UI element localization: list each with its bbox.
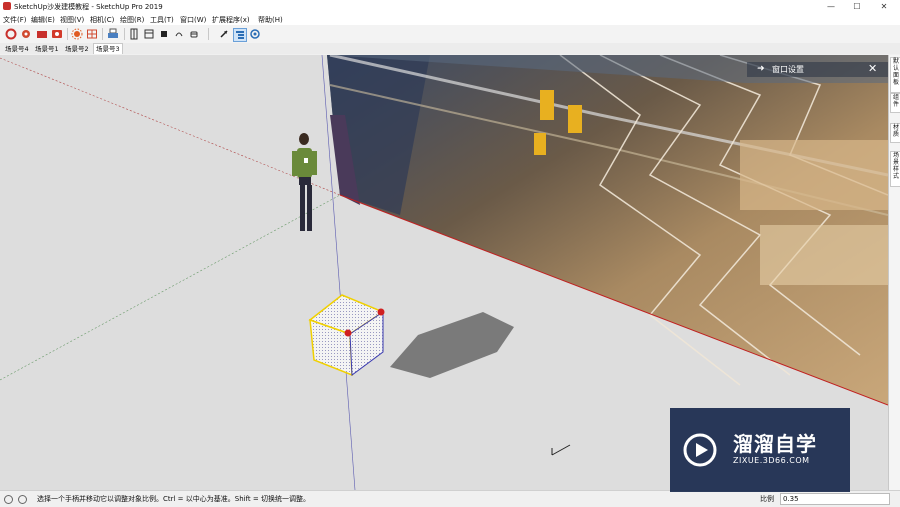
status-bar: 选择一个手柄并移动它以调整对象比例。Ctrl = 以中心为基准。Shift = … (0, 490, 900, 507)
measurements-label: 比例 (760, 495, 774, 503)
rect-icon[interactable] (158, 28, 170, 40)
roll-icon[interactable] (188, 28, 200, 40)
tab-scene-1[interactable]: 场景号1 (33, 44, 61, 54)
green-axis-dotted (0, 194, 341, 381)
measurements-input[interactable]: 0.35 (780, 493, 890, 505)
scale-handle[interactable] (344, 329, 352, 337)
menu-file[interactable]: 文件(F) (3, 15, 27, 25)
watermark-url: ZIXUE.3D66.COM (733, 456, 810, 465)
maximize-button[interactable]: ☐ (845, 1, 869, 12)
title-bar: SketchUp沙发建模教程 - SketchUp Pro 2019 — ☐ ✕ (0, 0, 900, 13)
watermark-logo (683, 433, 717, 467)
menu-view[interactable]: 视图(V) (60, 15, 84, 25)
menu-window[interactable]: 窗口(W) (180, 15, 206, 25)
settings-icon[interactable] (249, 28, 261, 40)
sketchup-logo-icon (3, 2, 11, 10)
tray-tab-default[interactable]: 默认面板 (890, 57, 900, 93)
menu-extensions[interactable]: 扩展程序(x) (212, 15, 250, 25)
move-icon[interactable] (218, 28, 230, 40)
info-icon[interactable] (18, 495, 27, 504)
toolbar-separator (102, 28, 103, 40)
panel-header-bar (747, 62, 888, 77)
status-hint: 选择一个手柄并移动它以调整对象比例。Ctrl = 以中心为基准。Shift = … (37, 495, 310, 503)
door-icon[interactable] (128, 28, 140, 40)
selected-cube[interactable] (308, 294, 385, 377)
sun-icon[interactable] (71, 28, 83, 40)
red-axis-dotted (0, 57, 341, 196)
tray-tabs: 默认面板 组件 材质 场景样式 (888, 55, 900, 490)
toolbar (0, 25, 900, 44)
cursor-icon (551, 444, 571, 456)
menu-draw[interactable]: 绘图(R) (120, 15, 144, 25)
tab-scene-3[interactable]: 场景号3 (93, 43, 123, 54)
menu-help[interactable]: 帮助(H) (258, 15, 283, 25)
window-icon[interactable] (143, 28, 155, 40)
grid-icon[interactable] (86, 28, 98, 40)
close-button[interactable]: ✕ (872, 1, 896, 12)
minimize-button[interactable]: — (819, 1, 843, 12)
cube-shadow (390, 312, 514, 378)
scale-handle[interactable] (377, 308, 385, 316)
scene-tabs: 场景号4 场景号1 场景号2 场景号3 (0, 43, 900, 54)
print-icon[interactable] (107, 28, 119, 40)
toolbar-separator (208, 28, 209, 40)
toolbar-separator (67, 28, 68, 40)
watermark-brand: 溜溜自学 (733, 432, 817, 456)
tab-scene-4[interactable]: 场景号4 (3, 44, 31, 54)
panel-close-button[interactable]: ✕ (868, 62, 877, 75)
folder-icon[interactable] (36, 28, 48, 40)
tab-scene-2[interactable]: 场景号2 (63, 44, 91, 54)
tray-tab-materials[interactable]: 材质 (890, 123, 900, 143)
menu-edit[interactable]: 编辑(E) (31, 15, 55, 25)
tray-tab-scene-styles[interactable]: 场景样式 (890, 151, 900, 187)
window-title: SketchUp沙发建模教程 - SketchUp Pro 2019 (14, 3, 163, 11)
geo-location-icon[interactable] (4, 495, 13, 504)
arrow-right-icon[interactable]: ➜ (757, 64, 765, 74)
gear-icon[interactable] (20, 28, 32, 40)
outliner-icon[interactable] (233, 28, 247, 42)
human-figure (292, 133, 317, 231)
open-icon[interactable] (5, 28, 17, 40)
menu-tools[interactable]: 工具(T) (150, 15, 174, 25)
arc-icon[interactable] (173, 28, 185, 40)
camera-icon[interactable] (51, 28, 63, 40)
toolbar-separator (124, 28, 125, 40)
menu-bar: 文件(F) 编辑(E) 视图(V) 相机(C) 绘图(R) 工具(T) 窗口(W… (0, 13, 900, 25)
menu-camera[interactable]: 相机(C) (90, 15, 114, 25)
panel-title: 窗口设置 (772, 65, 804, 74)
tray-tab-components[interactable]: 组件 (890, 93, 900, 113)
